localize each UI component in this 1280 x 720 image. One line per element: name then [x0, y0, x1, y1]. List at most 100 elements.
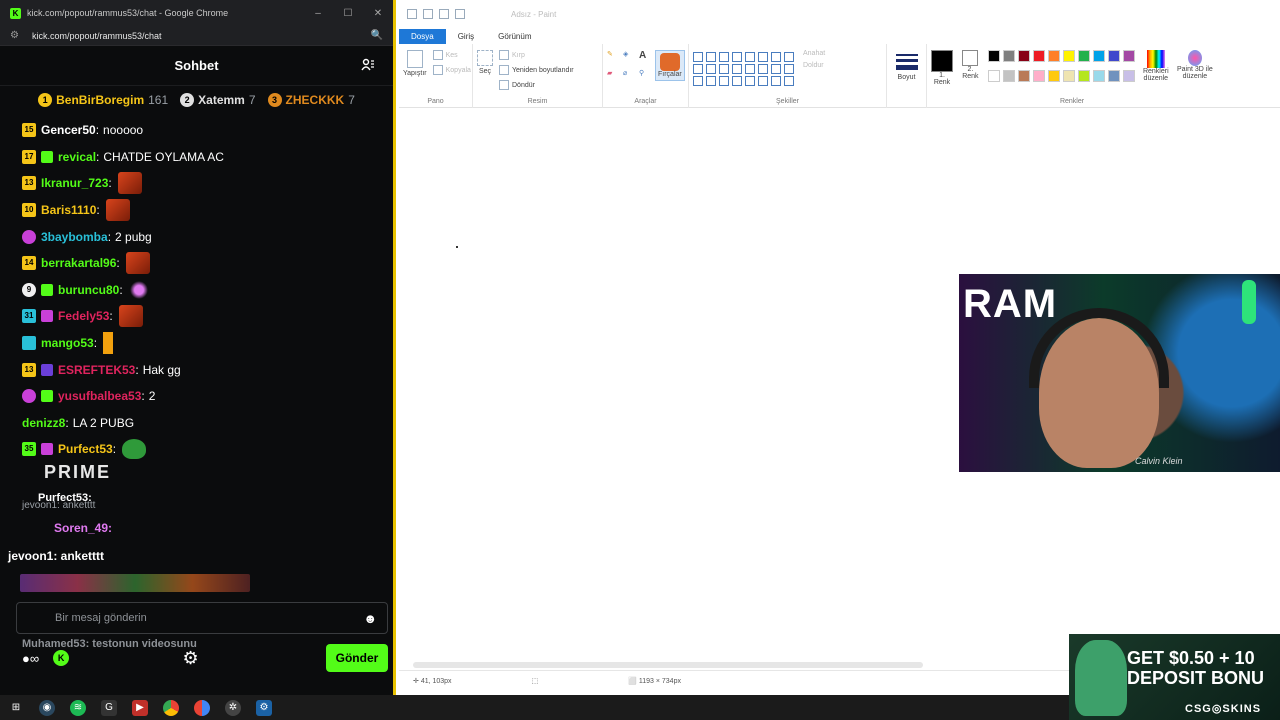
chat-message[interactable]: 31 Fedely53:: [10, 303, 390, 330]
site-info-icon[interactable]: ⚙: [10, 30, 22, 41]
emoji-icon[interactable]: ☻: [363, 611, 377, 626]
chat-username[interactable]: mango53: [41, 336, 94, 350]
palette-swatch[interactable]: [1092, 50, 1105, 62]
cut-button[interactable]: Kes: [432, 50, 471, 60]
chat-message[interactable]: denizz8: LA 2 PUBG: [10, 410, 390, 437]
eraser-icon[interactable]: ▰: [607, 69, 619, 81]
chrome-profile-icon[interactable]: [194, 699, 210, 716]
outline-button[interactable]: Anahat: [803, 50, 825, 57]
copy-button[interactable]: Kopyala: [432, 65, 471, 75]
chat-message[interactable]: 13 ESREFTEK53: Hak gg: [10, 356, 390, 383]
fill-icon[interactable]: ◈: [623, 50, 635, 65]
obs-icon[interactable]: ✲: [225, 699, 241, 716]
palette-swatch[interactable]: [1047, 50, 1060, 62]
palette-swatch[interactable]: [1032, 69, 1045, 82]
palette-swatch[interactable]: [1107, 50, 1120, 62]
fill-button[interactable]: Doldur: [803, 62, 825, 69]
palette-swatch[interactable]: [987, 50, 1000, 62]
tab-file[interactable]: Dosya: [399, 28, 446, 44]
rotate-button[interactable]: Döndür: [499, 80, 574, 90]
chat-message[interactable]: 17 revical: CHATDE OYLAMA AC: [10, 144, 390, 171]
maximize-icon[interactable]: ☐: [333, 8, 363, 19]
color-palette[interactable]: [987, 50, 1135, 86]
settings-gear-icon[interactable]: ⚙: [182, 648, 198, 669]
tab-home[interactable]: Giriş: [446, 29, 486, 44]
zoom-icon[interactable]: 🔍: [371, 30, 383, 41]
pencil-icon[interactable]: ✎: [607, 50, 619, 65]
chat-username[interactable]: yusufbalbea53: [58, 389, 141, 403]
chat-message[interactable]: 35 Purfect53:: [10, 436, 390, 463]
palette-swatch[interactable]: [1017, 50, 1030, 62]
logitech-icon[interactable]: G: [101, 699, 117, 716]
chat-message[interactable]: 15 Gencer50: nooooo: [10, 117, 390, 144]
chat-username[interactable]: 3baybomba: [41, 230, 108, 244]
color-picker-icon[interactable]: ⌀: [623, 69, 635, 81]
save-icon[interactable]: [423, 9, 433, 19]
chat-message[interactable]: yusufbalbea53:2: [10, 383, 390, 410]
chat-username[interactable]: Baris1110: [41, 203, 96, 217]
send-button[interactable]: Gönder: [325, 644, 388, 672]
tab-view[interactable]: Görünüm: [486, 29, 543, 44]
users-icon[interactable]: [361, 58, 375, 72]
chat-username[interactable]: Ikranur_723: [41, 176, 108, 190]
palette-swatch[interactable]: [1017, 69, 1030, 82]
leaderboard-item[interactable]: 1 BenBirBoregim 161: [38, 93, 168, 107]
palette-swatch[interactable]: [1077, 69, 1090, 82]
palette-swatch[interactable]: [1077, 50, 1090, 62]
size-button[interactable]: Boyut: [887, 44, 927, 108]
palette-swatch[interactable]: [1032, 50, 1045, 62]
brushes-button[interactable]: Fırçalar: [655, 50, 685, 81]
chat-username[interactable]: berrakartal96: [41, 256, 116, 270]
chat-username[interactable]: buruncu80: [58, 283, 119, 297]
chat-message[interactable]: mango53:: [10, 330, 390, 357]
url-text[interactable]: kick.com/popout/rammus53/chat: [32, 31, 162, 41]
media-app-icon[interactable]: ▶: [132, 699, 148, 716]
spotify-icon[interactable]: ≋: [70, 699, 86, 716]
color1-button[interactable]: 1. Renk: [931, 50, 953, 86]
magnifier-icon[interactable]: ⚲: [639, 69, 651, 81]
palette-swatch[interactable]: [1002, 50, 1015, 62]
windows-start-icon[interactable]: ⊞: [8, 700, 24, 716]
palette-swatch[interactable]: [1092, 69, 1105, 82]
chat-message-input[interactable]: Bir mesaj gönderin ☻: [16, 602, 388, 634]
edit-colors-button[interactable]: Renkleri düzenle: [1143, 50, 1169, 86]
sponsor-ad-banner[interactable]: GET $0.50 + 10 DEPOSIT BONU CSG◎SKINS: [1069, 634, 1280, 720]
close-icon[interactable]: ✕: [363, 8, 393, 19]
undo-icon[interactable]: [439, 9, 449, 19]
scrollbar-thumb[interactable]: [413, 662, 923, 668]
chrome-icon[interactable]: [163, 699, 179, 716]
chat-message[interactable]: 10 Baris1110:: [10, 197, 390, 224]
chat-username[interactable]: Fedely53: [58, 309, 109, 323]
leaderboard-item[interactable]: 3 ZHECKKK 7: [267, 93, 355, 107]
palette-swatch[interactable]: [987, 69, 1000, 82]
palette-swatch[interactable]: [1122, 69, 1135, 82]
resize-button[interactable]: Yeniden boyutlandır: [499, 65, 574, 75]
paint3d-button[interactable]: Paint 3D ile düzenle: [1177, 50, 1213, 86]
palette-swatch[interactable]: [1062, 50, 1075, 62]
text-icon[interactable]: A: [639, 50, 651, 65]
redo-icon[interactable]: [455, 9, 465, 19]
chat-username[interactable]: Purfect53: [58, 442, 113, 456]
palette-swatch[interactable]: [1062, 69, 1075, 82]
chat-username[interactable]: Gencer50: [41, 123, 96, 137]
chat-message[interactable]: 14 berrakartal96:: [10, 250, 390, 277]
palette-swatch[interactable]: [1047, 69, 1060, 82]
crop-button[interactable]: Kırp: [499, 50, 574, 60]
chat-message[interactable]: 3baybomba:2 pubg: [10, 223, 390, 250]
address-bar[interactable]: ⚙ kick.com/popout/rammus53/chat 🔍: [0, 26, 393, 46]
steam-icon[interactable]: ◉: [39, 699, 55, 716]
kick-points-icon[interactable]: K: [53, 650, 70, 666]
palette-swatch[interactable]: [1107, 69, 1120, 82]
minimize-icon[interactable]: –: [303, 8, 333, 19]
chat-message[interactable]: 9 buruncu80:: [10, 277, 390, 304]
palette-swatch[interactable]: [1122, 50, 1135, 62]
color2-button[interactable]: 2. Renk: [961, 50, 980, 86]
select-button[interactable]: Seç: [477, 50, 493, 95]
steam-app-icon[interactable]: ⚙: [256, 699, 272, 716]
paste-button[interactable]: Yapıştır: [403, 50, 427, 80]
leaderboard-item[interactable]: 2 Xatemm 7: [180, 93, 256, 107]
chat-username[interactable]: ESREFTEK53: [58, 363, 135, 377]
chat-username[interactable]: revical: [58, 150, 96, 164]
infinity-icon[interactable]: ●∞: [22, 651, 39, 666]
chat-message[interactable]: 13 Ikranur_723:: [10, 170, 390, 197]
